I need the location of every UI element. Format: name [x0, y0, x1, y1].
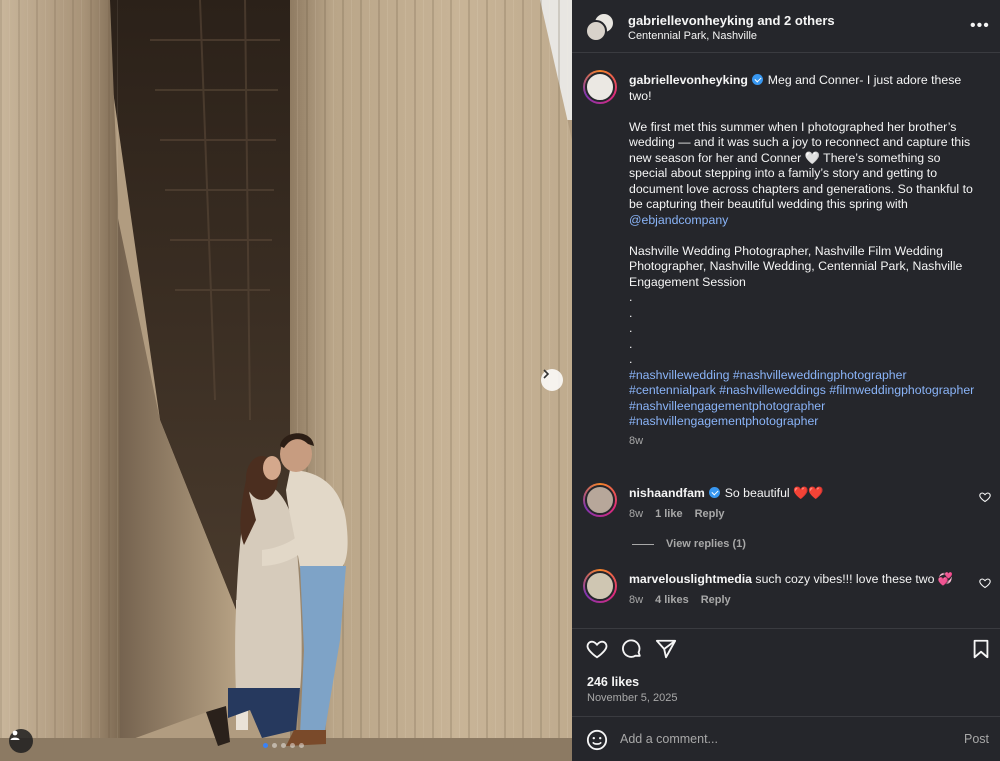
carousel-dot — [281, 743, 286, 748]
hashtag-link[interactable]: #nashvilleweddingphotographer — [733, 368, 907, 382]
comment-likes[interactable]: 4 likes — [655, 594, 689, 606]
more-options-icon[interactable]: ••• — [970, 18, 990, 34]
carousel-dot — [263, 743, 268, 748]
comment-time: 8w — [629, 594, 644, 606]
post-comment-button[interactable]: Post — [964, 732, 989, 746]
commenter-avatar[interactable] — [583, 483, 617, 517]
share-icon[interactable] — [655, 638, 677, 660]
hashtag-list: #nashvillewedding #nashvilleweddingphoto… — [629, 368, 979, 430]
carousel-dot — [272, 743, 277, 748]
emoji-icon[interactable] — [586, 729, 608, 751]
post-photo[interactable] — [0, 0, 572, 761]
tagged-users-button[interactable] — [9, 729, 33, 753]
collab-avatars[interactable] — [585, 12, 617, 44]
hashtag-link[interactable]: #nashvillengagementphotographer — [629, 414, 818, 428]
post-authors[interactable]: gabriellevonheyking and 2 others — [628, 13, 835, 28]
photo-illustration — [0, 0, 572, 761]
carousel-next-button[interactable] — [541, 369, 563, 391]
post-header: gabriellevonheyking and 2 others Centenn… — [572, 0, 1000, 52]
avatar — [585, 20, 607, 42]
user-icon — [10, 730, 20, 740]
view-replies-label: View replies (1) — [666, 538, 746, 550]
add-comment-bar: Post — [572, 717, 1000, 761]
caption-avatar[interactable] — [583, 70, 617, 104]
divider — [572, 52, 1000, 53]
comment-like-heart-icon[interactable] — [979, 577, 991, 589]
verified-badge-icon — [709, 487, 721, 498]
caption-keywords: Nashville Wedding Photographer, Nashvill… — [629, 243, 963, 289]
comment-text: So beautiful ❤️❤️ — [721, 486, 824, 500]
carousel-dot — [290, 743, 295, 748]
commenter-avatar[interactable] — [583, 569, 617, 603]
comment-meta: 8w 4 likes Reply — [629, 594, 731, 606]
heart-icon[interactable] — [586, 638, 608, 660]
comment-time: 8w — [629, 508, 644, 520]
comment-icon[interactable] — [621, 638, 643, 660]
commenter-username[interactable]: nishaandfam — [629, 486, 705, 500]
mention-link[interactable]: @ebjandcompany — [629, 213, 728, 227]
view-replies-button[interactable]: View replies (1) — [632, 538, 746, 550]
chevron-right-icon — [543, 369, 550, 379]
carousel-indicator — [263, 743, 304, 748]
caption-dot: . — [629, 321, 633, 335]
hashtag-link[interactable]: #nashvilleengagementphotographer — [629, 399, 825, 413]
collaborators-link[interactable]: and 2 others — [754, 13, 834, 28]
likes-count[interactable]: 246 likes — [587, 675, 639, 689]
comment-like-heart-icon[interactable] — [979, 491, 991, 503]
bookmark-icon[interactable] — [970, 638, 992, 660]
location-link[interactable]: Centennial Park, Nashville — [628, 30, 757, 42]
carousel-dot — [299, 743, 304, 748]
reply-button[interactable]: Reply — [701, 594, 731, 606]
caption-dot: . — [629, 352, 633, 366]
hashtag-link[interactable]: #nashvilleweddings — [719, 383, 826, 397]
comment-text: such cozy vibes!!! love these two 💞 — [752, 572, 954, 586]
hashtag-link[interactable]: #centennialpark — [629, 383, 716, 397]
reply-line — [632, 543, 654, 545]
commenter-username[interactable]: marvelouslightmedia — [629, 572, 752, 586]
comment-meta: 8w 1 like Reply — [629, 508, 725, 520]
action-bar — [572, 638, 1000, 662]
caption-time: 8w — [629, 434, 644, 447]
reply-button[interactable]: Reply — [695, 508, 725, 520]
post-caption: gabriellevonheyking Meg and Conner- I ju… — [629, 73, 979, 449]
post-details-panel: gabriellevonheyking and 2 others Centenn… — [572, 0, 1000, 761]
caption-paragraph: We first met this summer when I photogra… — [629, 119, 973, 212]
caption-dot: . — [629, 305, 633, 320]
hashtag-link[interactable]: #filmweddingphotographer — [829, 383, 974, 397]
post-date[interactable]: November 5, 2025 — [587, 692, 678, 704]
hashtag-link[interactable]: #nashvillewedding — [629, 368, 730, 382]
comment-input[interactable] — [620, 727, 940, 751]
caption-dot: . — [629, 290, 633, 304]
divider — [572, 628, 1000, 629]
caption-username[interactable]: gabriellevonheyking — [629, 73, 748, 87]
author-username[interactable]: gabriellevonheyking — [628, 13, 754, 28]
verified-badge-icon — [752, 74, 764, 85]
comment-likes[interactable]: 1 like — [655, 508, 683, 520]
caption-dot: . — [629, 336, 633, 351]
caption-dots: ..... — [629, 290, 979, 368]
